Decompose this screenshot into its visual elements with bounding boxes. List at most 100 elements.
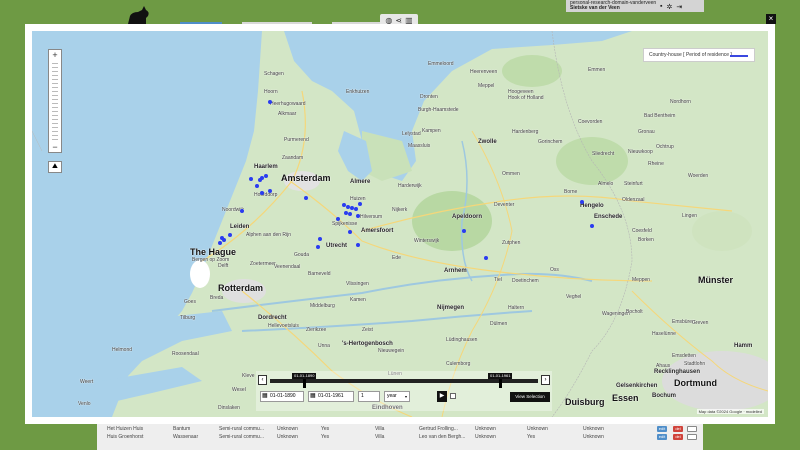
timeline-track[interactable]: 01-01-1890 01-01-1961	[270, 373, 538, 388]
edit-button[interactable]: edit	[657, 434, 667, 440]
timeline-start-label: 01-01-1890	[292, 373, 317, 379]
place-label: Borne	[564, 189, 578, 195]
to-date-input[interactable]: ▦ 01-01-1961	[308, 391, 354, 402]
zoom-control[interactable]: + −	[48, 49, 62, 153]
place-label: Borken	[638, 237, 654, 243]
place-label: Spijkenisse	[332, 221, 358, 227]
residence-marker[interactable]	[590, 224, 594, 228]
unit-select[interactable]: year ▾	[384, 391, 410, 402]
residence-marker[interactable]	[264, 174, 268, 178]
place-label: Lüdinghausen	[446, 337, 478, 343]
place-label: Veenendaal	[274, 264, 301, 270]
legend-line	[730, 55, 748, 57]
place-label: Tiel	[494, 277, 502, 283]
residence-marker[interactable]	[268, 189, 272, 193]
map-canvas[interactable]: Amsterdam The Hague Rotterdam Münster Do…	[32, 31, 768, 417]
place-label: Hengelo	[580, 203, 604, 209]
place-label: Gorinchem	[538, 139, 563, 145]
logout-icon[interactable]: ⇥	[676, 3, 682, 11]
place-label: Almere	[350, 179, 371, 185]
residence-marker[interactable]	[268, 100, 272, 104]
place-label: Nijkerk	[392, 207, 408, 213]
residence-marker[interactable]	[348, 212, 352, 216]
place-label: Nieuwegein	[378, 348, 405, 354]
residence-marker[interactable]	[336, 217, 340, 221]
city-label: Amsterdam	[281, 173, 331, 183]
place-label: Doetinchem	[512, 278, 539, 284]
table-cell: Unknown	[475, 434, 496, 440]
place-label: Recklinghausen	[654, 369, 701, 375]
place-label: Zwolle	[478, 139, 497, 145]
delete-button[interactable]: del	[673, 434, 683, 440]
residence-marker[interactable]	[354, 207, 358, 211]
residence-marker[interactable]	[304, 196, 308, 200]
table-cell: Villa	[375, 434, 385, 440]
place-label: Oss	[550, 267, 559, 273]
place-label: Goes	[184, 299, 196, 305]
map-modal: Amsterdam The Hague Rotterdam Münster Do…	[25, 24, 775, 424]
place-label: Unna	[318, 343, 330, 349]
place-label: Bocholt	[626, 309, 643, 315]
place-label: Meppen	[632, 277, 651, 283]
table-cell: Semi-rural commu...	[219, 434, 265, 440]
residence-marker[interactable]	[218, 241, 222, 245]
place-label: Rheine	[648, 161, 664, 167]
residence-marker[interactable]	[348, 230, 352, 234]
gear-icon[interactable]: ✲	[666, 3, 672, 11]
residence-marker[interactable]	[318, 237, 322, 241]
from-date-input[interactable]: ▦ 01-01-1890	[260, 391, 304, 402]
timeline-prev-button[interactable]: ‹	[258, 375, 267, 385]
place-label: Zutphen	[502, 240, 521, 246]
user-actions: ▪ ✲ ⇥	[660, 3, 682, 11]
view-selection-button[interactable]: View Selection	[510, 392, 550, 402]
zoom-out-button[interactable]: −	[49, 142, 61, 152]
place-label: Deventer	[494, 202, 515, 208]
layers-icon[interactable]: ⛰	[48, 161, 62, 173]
houses-table: Het Huizen Huis Bantum Semi-rural commu.…	[97, 423, 703, 450]
place-label: Lingen	[682, 213, 698, 219]
residence-marker[interactable]	[240, 209, 244, 213]
step-value: 1	[361, 393, 364, 399]
table-cell: Huis Groenhorst	[107, 434, 144, 440]
residence-marker[interactable]	[316, 245, 320, 249]
place-label: Ede	[392, 255, 401, 261]
timeline-next-button[interactable]: ›	[541, 375, 550, 385]
residence-marker[interactable]	[484, 256, 488, 260]
zoom-in-button[interactable]: +	[49, 50, 61, 60]
residence-marker[interactable]	[260, 191, 264, 195]
residence-marker[interactable]	[228, 233, 232, 237]
residence-marker[interactable]	[220, 236, 224, 240]
map-base	[32, 31, 768, 417]
place-label: Haselünne	[652, 331, 676, 337]
residence-marker[interactable]	[255, 184, 259, 188]
city-label: The Hague	[190, 247, 237, 257]
step-input[interactable]: 1	[358, 391, 380, 402]
residence-marker[interactable]	[356, 214, 360, 218]
place-label: Huizen	[350, 196, 366, 202]
place-label: Bergen op Zoom	[192, 257, 230, 263]
residence-marker[interactable]	[356, 243, 360, 247]
close-button[interactable]: ×	[766, 14, 776, 24]
to-date-value: 01-01-1961	[318, 393, 344, 399]
chevron-down-icon: ▾	[404, 394, 407, 399]
residence-marker[interactable]	[358, 202, 362, 206]
loop-checkbox[interactable]	[450, 393, 456, 399]
chat-icon[interactable]: ▪	[660, 3, 662, 11]
zoom-slider[interactable]	[52, 60, 58, 142]
place-label: Amersfoort	[361, 228, 394, 234]
place-label: Ahaus	[656, 363, 671, 369]
residence-marker[interactable]	[249, 177, 253, 181]
residence-marker[interactable]	[580, 200, 584, 204]
residence-marker[interactable]	[462, 229, 466, 233]
place-label: Vlissingen	[346, 281, 369, 287]
table-row: Huis Groenhorst Wassenaar Semi-rural com…	[97, 431, 703, 443]
select-checkbox[interactable]	[687, 434, 697, 440]
place-label: Bad Bentheim	[644, 113, 676, 119]
map-attribution: Map data ©2024 Google · modelled	[696, 409, 764, 414]
place-label: Meppel	[478, 83, 495, 89]
place-label: Alphen aan den Rijn	[246, 232, 292, 238]
place-label: Ommen	[502, 171, 520, 177]
city-label: Münster	[698, 275, 734, 285]
place-label: Hellevoetsluis	[268, 323, 299, 329]
play-button[interactable]: ▶	[437, 391, 447, 402]
